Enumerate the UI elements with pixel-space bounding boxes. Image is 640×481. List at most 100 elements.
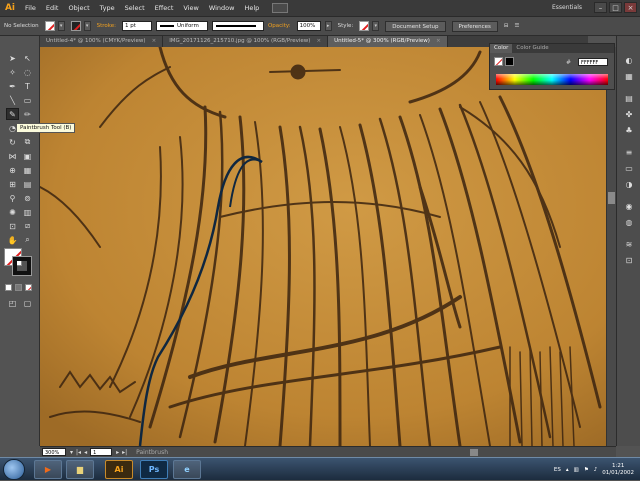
explorer-folder-icon[interactable]: ▆ <box>66 460 94 479</box>
style-dropdown[interactable]: ▾ <box>372 21 380 31</box>
maximize-button[interactable]: □ <box>609 2 622 13</box>
paintbrush-tool-icon[interactable]: ✎ <box>6 108 19 120</box>
first-artboard-icon[interactable]: |◂ <box>76 449 81 456</box>
vertical-scrollbar[interactable] <box>606 47 616 446</box>
mesh-tool-icon[interactable]: ⊞ <box>6 178 19 190</box>
rotate-tool-icon[interactable]: ↻ <box>6 136 19 148</box>
draw-normal-icon[interactable]: ◰ <box>6 297 19 309</box>
panel-fill-swatch[interactable] <box>494 57 503 66</box>
type-tool-icon[interactable]: T <box>21 80 34 92</box>
menu-effect[interactable]: Effect <box>150 0 179 17</box>
fill-swatch[interactable] <box>44 21 55 31</box>
color-mode-button[interactable] <box>5 284 12 291</box>
rectangle-tool-icon[interactable]: ▭ <box>21 94 34 106</box>
previous-artboard-icon[interactable]: ◂ <box>84 449 87 456</box>
tab-close-icon[interactable]: × <box>316 36 321 47</box>
opacity-field[interactable]: 100% <box>296 21 321 31</box>
tab-color-guide[interactable]: Color Guide <box>512 44 552 53</box>
brush-definition[interactable] <box>211 21 264 31</box>
swatches-icon[interactable]: ▤ <box>622 92 636 104</box>
scale-tool-icon[interactable]: ⧉ <box>21 136 34 148</box>
line-tool-icon[interactable]: ╲ <box>6 94 19 106</box>
width-tool-icon[interactable]: ⋈ <box>6 150 19 162</box>
panel-menu-icon[interactable]: ☰ <box>514 23 519 29</box>
shape-builder-tool-icon[interactable]: ⊕ <box>6 164 19 176</box>
menu-file[interactable]: File <box>20 0 41 17</box>
artboard-canvas[interactable] <box>40 47 606 446</box>
style-swatch[interactable] <box>359 21 370 31</box>
start-button-icon[interactable] <box>3 459 25 480</box>
menu-object[interactable]: Object <box>63 0 94 17</box>
taskbar-illustrator[interactable]: Ai <box>105 460 133 479</box>
tab-untitled-5[interactable]: Untitled-5* @ 300% (RGB/Preview) × <box>328 36 448 47</box>
eyedropper-tool-icon[interactable]: ⚲ <box>6 192 19 204</box>
perspective-grid-tool-icon[interactable]: ▦ <box>21 164 34 176</box>
pencil-tool-icon[interactable]: ✏ <box>21 108 34 120</box>
slice-tool-icon[interactable]: ⧄ <box>21 220 34 232</box>
fill-dropdown[interactable]: ▾ <box>57 21 65 31</box>
tab-color[interactable]: Color <box>490 44 513 53</box>
tab-close-icon[interactable]: × <box>436 36 441 47</box>
none-mode-button[interactable] <box>25 284 32 291</box>
volume-icon[interactable]: ♪ <box>594 467 598 473</box>
zoom-tool-icon[interactable]: ⌕ <box>21 234 34 246</box>
tray-arrow-icon[interactable]: ▴ <box>566 467 569 473</box>
next-artboard-icon[interactable]: ▸ <box>116 449 119 456</box>
artboard-number-field[interactable]: 1 <box>90 448 113 456</box>
last-artboard-icon[interactable]: ▸| <box>122 449 127 456</box>
horizontal-scroll-thumb[interactable] <box>470 449 478 456</box>
menu-edit[interactable]: Edit <box>41 0 64 17</box>
symbol-sprayer-tool-icon[interactable]: ✺ <box>6 206 19 218</box>
menu-help[interactable]: Help <box>239 0 264 17</box>
status-info[interactable]: Paintbrush <box>136 449 168 456</box>
hex-color-field[interactable]: FFFFFF <box>578 58 608 66</box>
opacity-label[interactable]: Opacity: <box>268 23 291 29</box>
graphic-styles-icon[interactable]: ◍ <box>622 216 636 228</box>
appearance-icon[interactable]: ◉ <box>622 200 636 212</box>
transparency-icon[interactable]: ◑ <box>622 178 636 190</box>
network-icon[interactable]: ▥ <box>574 467 579 473</box>
gradient-mode-button[interactable] <box>15 284 22 291</box>
lasso-tool-icon[interactable]: ◌ <box>21 66 34 78</box>
language-indicator[interactable]: ES <box>554 467 561 473</box>
align-icon[interactable]: ⊟ <box>504 23 509 29</box>
media-player-icon[interactable]: ▶ <box>34 460 62 479</box>
free-transform-tool-icon[interactable]: ▣ <box>21 150 34 162</box>
zoom-dropdown-icon[interactable]: ▾ <box>70 449 73 456</box>
tab-close-icon[interactable]: × <box>152 36 157 47</box>
color-panel-icon[interactable]: ◐ <box>622 54 636 66</box>
flag-icon[interactable]: ⚑ <box>584 467 589 473</box>
gradient-tool-icon[interactable]: ▤ <box>21 178 34 190</box>
menu-view[interactable]: View <box>178 0 203 17</box>
menu-window[interactable]: Window <box>204 0 240 17</box>
menu-type[interactable]: Type <box>95 0 120 17</box>
selection-tool-icon[interactable]: ➤ <box>6 52 19 64</box>
artboard-tool-icon[interactable]: ⊡ <box>6 220 19 232</box>
color-spectrum[interactable] <box>496 74 608 85</box>
color-guide-icon[interactable]: ▦ <box>622 70 636 82</box>
close-button[interactable]: × <box>624 2 637 13</box>
zoom-level-field[interactable]: 300% <box>42 448 66 456</box>
stroke-label[interactable]: Stroke: <box>97 23 116 29</box>
pen-tool-icon[interactable]: ✒ <box>6 80 19 92</box>
stroke-icon[interactable]: ≡ <box>622 146 636 158</box>
preferences-button[interactable]: Preferences <box>451 20 498 32</box>
internet-explorer-icon[interactable]: e <box>173 460 201 479</box>
brushes-icon[interactable]: ✤ <box>622 108 636 120</box>
vertical-scroll-thumb[interactable] <box>608 192 615 204</box>
magic-wand-tool-icon[interactable]: ✧ <box>6 66 19 78</box>
variable-width-profile[interactable]: Uniform <box>155 21 208 31</box>
tab-img-20171126[interactable]: IMG_20171126_215710.jpg @ 100% (RGB/Prev… <box>163 36 329 47</box>
panel-stroke-swatch[interactable] <box>505 57 514 66</box>
minimize-button[interactable]: – <box>594 2 607 13</box>
stroke-dropdown[interactable]: ▾ <box>83 21 91 31</box>
clock[interactable]: 1:21 01/01/2002 <box>602 463 634 477</box>
taskbar-photoshop[interactable]: Ps <box>140 460 168 479</box>
symbols-icon[interactable]: ♣ <box>622 124 636 136</box>
stroke-swatch[interactable] <box>70 21 81 31</box>
graph-tool-icon[interactable]: ▥ <box>21 206 34 218</box>
menu-select[interactable]: Select <box>120 0 150 17</box>
stroke-weight-field[interactable]: 1 pt <box>121 21 152 31</box>
workspace-switcher[interactable]: Essentials <box>552 4 582 11</box>
screen-mode-icon[interactable]: ▢ <box>21 297 34 309</box>
